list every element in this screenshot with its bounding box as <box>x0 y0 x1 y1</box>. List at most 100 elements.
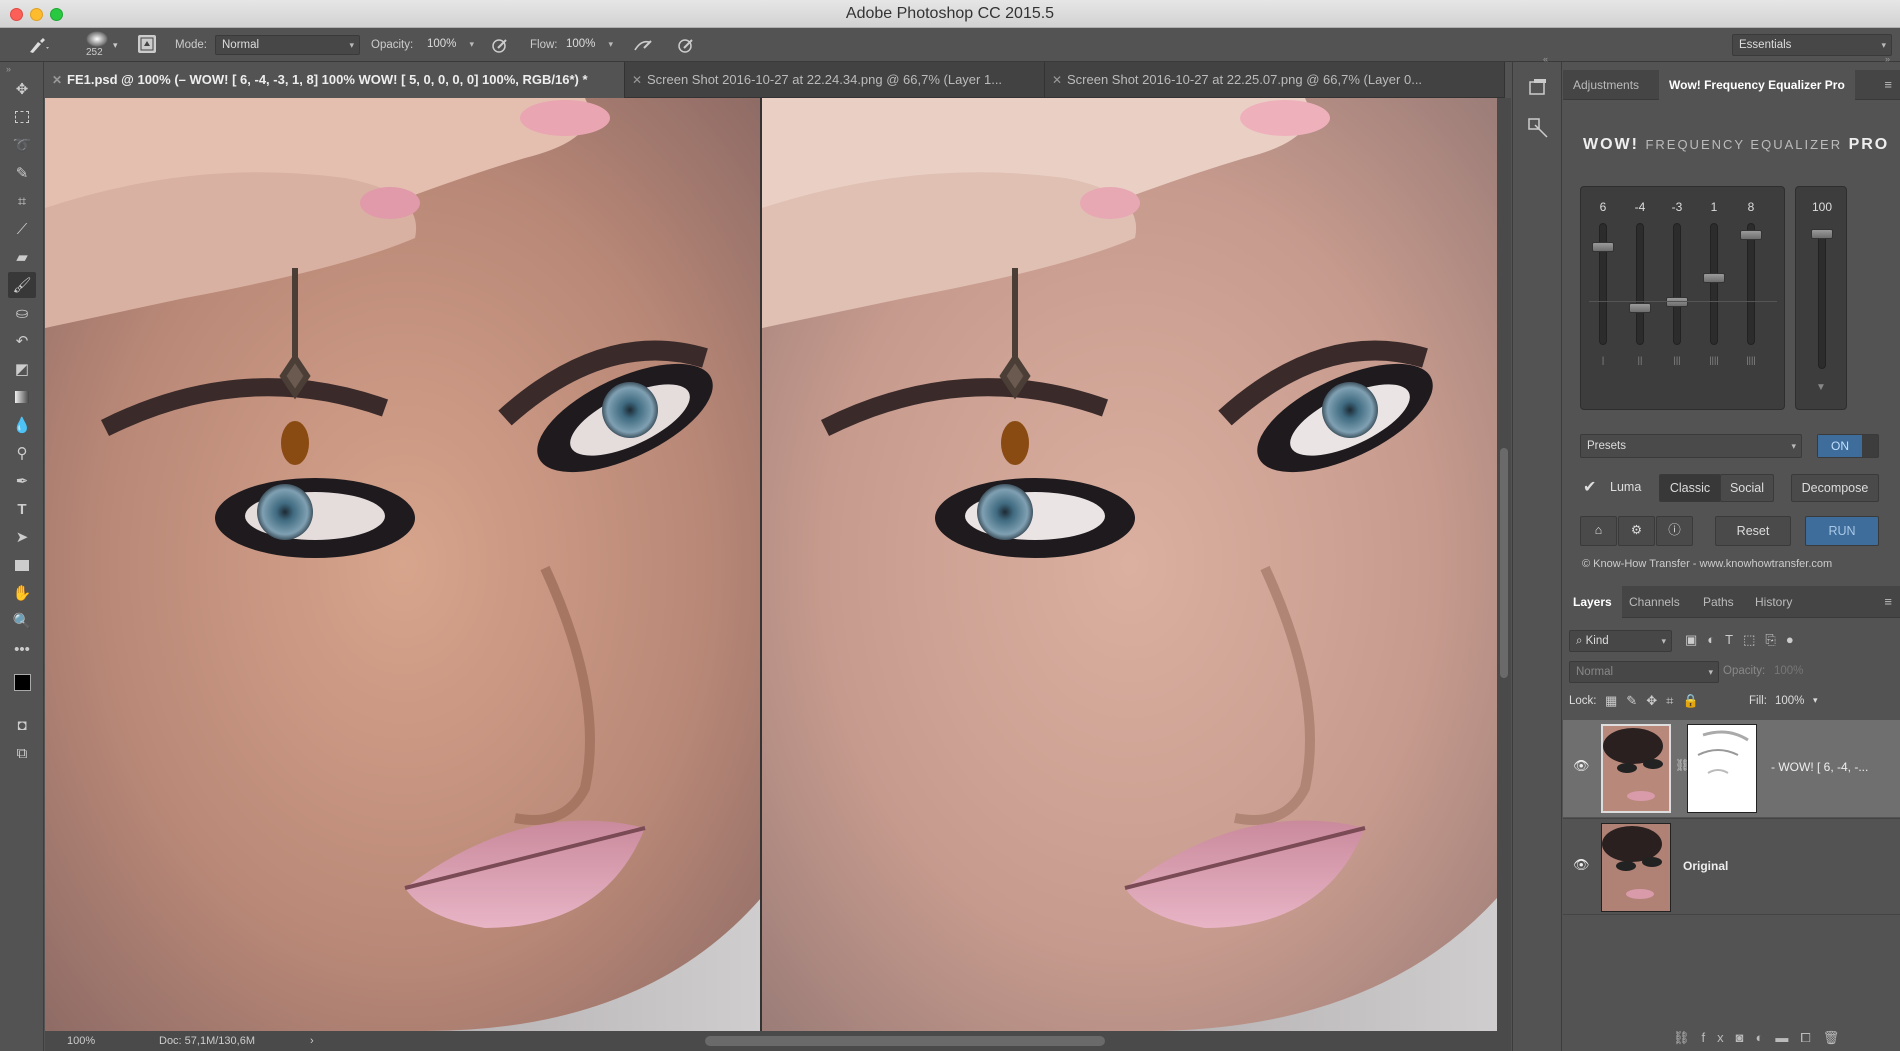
layer-row-wow[interactable]: 👁 ⛓ - WOW! [ 6, -4, -... <box>1563 720 1900 817</box>
fill-input[interactable]: 100% <box>1775 695 1804 707</box>
tab-document-3[interactable]: ✕ Screen Shot 2016-10-27 at 22.25.07.png … <box>1045 62 1505 98</box>
adjustment-filter-icon[interactable]: ◐ <box>1707 632 1725 647</box>
eraser-tool-icon[interactable]: ◩ <box>8 356 36 382</box>
quick-selection-tool-icon[interactable]: ✎ <box>8 160 36 186</box>
path-selection-tool-icon[interactable]: ➤ <box>8 524 36 550</box>
lock-image-icon[interactable]: ✎ <box>1626 693 1646 708</box>
brush-tool-icon[interactable]: 🖌 <box>8 272 36 298</box>
rectangle-tool-icon[interactable] <box>8 552 36 578</box>
blur-tool-icon[interactable]: 💧 <box>8 412 36 438</box>
brush-panel-toggle-icon[interactable] <box>138 35 156 53</box>
layer-name[interactable]: - WOW! [ 6, -4, -... <box>1771 760 1868 774</box>
run-button[interactable]: RUN <box>1805 516 1879 546</box>
eq-slider-track[interactable] <box>1673 223 1681 345</box>
foreground-color-swatch[interactable] <box>14 674 31 691</box>
tab-channels[interactable]: Channels <box>1619 586 1690 618</box>
dodge-tool-icon[interactable]: ⚲ <box>8 440 36 466</box>
zoom-window-button[interactable] <box>50 8 63 21</box>
shape-filter-icon[interactable]: ⬚ <box>1743 632 1765 647</box>
horizontal-scroll-thumb[interactable] <box>705 1036 1105 1046</box>
screen-mode-icon[interactable]: ⧉ <box>8 740 36 766</box>
tab-adjustments[interactable]: Adjustments <box>1563 70 1649 100</box>
marquee-tool-icon[interactable] <box>8 104 36 130</box>
trash-icon[interactable]: 🗑 <box>1823 1030 1852 1045</box>
layer-style-icon[interactable]: fx <box>1702 1030 1736 1045</box>
libraries-icon[interactable] <box>1526 76 1550 100</box>
pressure-size-icon[interactable] <box>676 36 696 56</box>
master-slider-track[interactable] <box>1818 229 1826 369</box>
minimize-window-button[interactable] <box>30 8 43 21</box>
smart-object-filter-icon[interactable]: ⎘ <box>1765 632 1785 647</box>
collapse-chevron-icon[interactable]: « <box>1543 54 1548 64</box>
home-button[interactable]: ⌂ <box>1580 516 1617 546</box>
decompose-button[interactable]: Decompose <box>1791 474 1879 502</box>
lock-position-icon[interactable]: ✥ <box>1646 693 1666 708</box>
type-filter-icon[interactable]: T <box>1725 632 1743 647</box>
layer-opacity-input[interactable]: 100% <box>1774 665 1803 677</box>
layer-row-original[interactable]: 👁 Original <box>1563 818 1900 915</box>
history-brush-tool-icon[interactable]: ↶ <box>8 328 36 354</box>
properties-icon[interactable] <box>1526 116 1550 140</box>
eq-slider-thumb[interactable] <box>1666 297 1688 308</box>
layer-name[interactable]: Original <box>1683 859 1728 873</box>
classic-button[interactable]: Classic <box>1659 474 1721 502</box>
lock-transparent-icon[interactable]: ▦ <box>1605 693 1626 708</box>
visibility-eye-icon[interactable]: 👁 <box>1573 758 1590 774</box>
eq-slider-thumb[interactable] <box>1592 242 1614 253</box>
layer-mask-thumbnail[interactable] <box>1687 724 1757 813</box>
tab-layers[interactable]: Layers <box>1563 586 1622 618</box>
tab-wow-frequency-equalizer[interactable]: Wow! Frequency Equalizer Pro <box>1659 70 1855 100</box>
chevron-down-icon[interactable]: ▾ <box>113 36 118 54</box>
pixel-filter-icon[interactable]: ▣ <box>1685 632 1707 647</box>
eyedropper-tool-icon[interactable]: ⟋ <box>8 216 36 242</box>
pressure-opacity-icon[interactable] <box>490 36 510 56</box>
blend-mode-select[interactable]: Normal ▾ <box>1569 661 1719 683</box>
collapse-chevron-icon[interactable]: » <box>1885 54 1890 64</box>
link-layers-icon[interactable]: ⛓ <box>1673 1030 1702 1045</box>
new-layer-icon[interactable]: ⧠ <box>1800 1030 1822 1045</box>
eq-slider-track[interactable] <box>1599 223 1607 345</box>
flow-input[interactable]: 100% ▾ <box>560 35 618 55</box>
crop-tool-icon[interactable]: ⌗ <box>8 188 36 214</box>
type-tool-icon[interactable]: T <box>8 496 36 522</box>
workspace-select[interactable]: Essentials ▾ <box>1732 34 1892 56</box>
close-window-button[interactable] <box>10 8 23 21</box>
help-button[interactable]: ⓘ <box>1656 516 1693 546</box>
lock-all-icon[interactable]: 🔒 <box>1682 693 1707 708</box>
hand-tool-icon[interactable]: ✋ <box>8 580 36 606</box>
close-tab-icon[interactable]: ✕ <box>632 62 642 98</box>
eq-slider-thumb[interactable] <box>1629 303 1651 314</box>
adjustment-layer-icon[interactable]: ◐ <box>1756 1030 1776 1045</box>
eq-slider-thumb[interactable] <box>1740 230 1762 241</box>
quick-mask-icon[interactable]: ◘ <box>8 712 36 738</box>
clone-stamp-tool-icon[interactable]: ⛀ <box>8 300 36 326</box>
vertical-scrollbar[interactable] <box>1497 98 1511 1031</box>
luma-checkbox[interactable]: ✔ <box>1583 477 1601 496</box>
social-button[interactable]: Social <box>1720 474 1774 502</box>
close-tab-icon[interactable]: ✕ <box>1052 62 1062 98</box>
layer-filter-kind-select[interactable]: ⌕ Kind ▾ <box>1569 630 1672 652</box>
layer-thumbnail[interactable] <box>1601 823 1671 912</box>
more-tools-icon[interactable]: ••• <box>8 636 36 662</box>
tab-history[interactable]: History <box>1745 586 1802 618</box>
move-tool-icon[interactable]: ✥ <box>8 76 36 102</box>
filter-toggle-icon[interactable]: ● <box>1786 632 1804 647</box>
panel-menu-icon[interactable]: ≡ <box>1884 594 1892 609</box>
vertical-scroll-thumb[interactable] <box>1500 448 1508 678</box>
chevron-down-icon[interactable]: ▾ <box>1813 695 1818 706</box>
lasso-tool-icon[interactable]: ➰ <box>8 132 36 158</box>
brush-tool-preset-button[interactable] <box>24 34 50 56</box>
opacity-input[interactable]: 100% ▾ <box>421 35 479 55</box>
zoom-tool-icon[interactable]: 🔍 <box>8 608 36 634</box>
new-group-icon[interactable]: ▬ <box>1775 1030 1800 1045</box>
airbrush-icon[interactable] <box>632 36 654 56</box>
add-mask-icon[interactable]: ◙ <box>1736 1030 1756 1045</box>
healing-brush-tool-icon[interactable]: ▰ <box>8 244 36 270</box>
presets-select[interactable]: Presets ▾ <box>1580 434 1802 458</box>
pen-tool-icon[interactable]: ✒ <box>8 468 36 494</box>
status-menu-chevron-icon[interactable]: › <box>310 1031 314 1051</box>
panel-menu-icon[interactable]: ≡ <box>1884 77 1892 92</box>
master-slider-thumb[interactable] <box>1811 229 1833 239</box>
gradient-tool-icon[interactable] <box>8 384 36 410</box>
eq-slider-thumb[interactable] <box>1703 272 1725 283</box>
